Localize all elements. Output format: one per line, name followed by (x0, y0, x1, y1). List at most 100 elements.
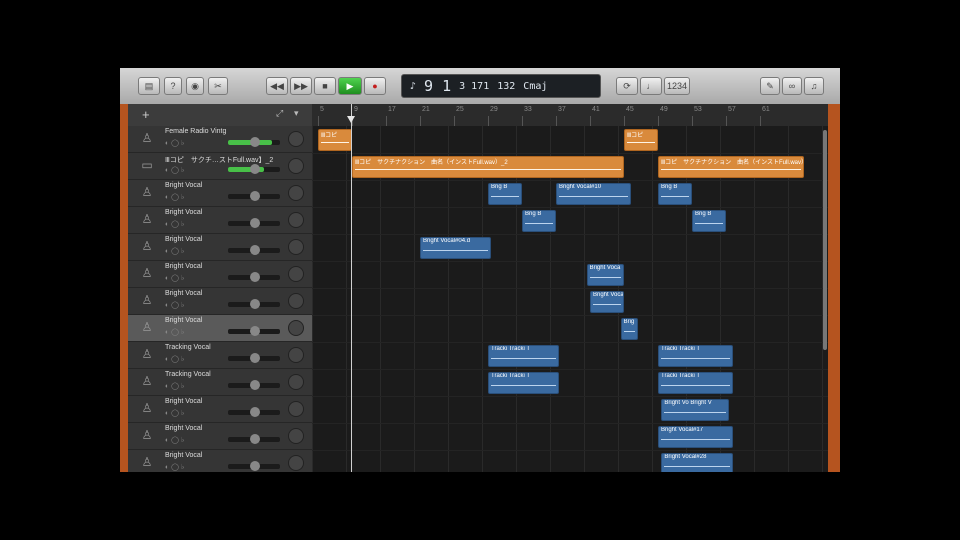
track-lane[interactable] (312, 207, 828, 235)
track-lane[interactable] (312, 396, 828, 424)
track-buttons[interactable]: ◐ ◯ ♭ (165, 436, 184, 444)
help-button[interactable]: ? (164, 77, 182, 95)
vertical-scrollbar[interactable] (823, 130, 827, 350)
fast-forward-button[interactable]: ▶▶ (290, 77, 312, 95)
audio-region[interactable]: Brig B (522, 210, 556, 232)
track-lane[interactable] (312, 288, 828, 316)
track-buttons[interactable]: ◐ ◯ ♭ (165, 328, 184, 336)
track-buttons[interactable]: ◐ ◯ ♭ (165, 301, 184, 309)
audio-region[interactable]: Brig (620, 318, 638, 340)
pan-knob[interactable] (288, 374, 304, 390)
track-lane[interactable] (312, 261, 828, 289)
pan-knob[interactable] (288, 239, 304, 255)
play-button[interactable]: ▶ (338, 77, 362, 95)
audio-region[interactable]: Bright Vocal#28 (661, 453, 733, 472)
cycle-button[interactable]: ⟳ (616, 77, 638, 95)
audio-region[interactable]: Bright Voca (590, 291, 624, 313)
track-lane[interactable] (312, 369, 828, 397)
audio-region[interactable]: Brig B (658, 183, 692, 205)
pan-knob[interactable] (288, 401, 304, 417)
volume-slider[interactable] (228, 326, 280, 336)
track-lane[interactable] (312, 423, 828, 451)
pan-knob[interactable] (288, 293, 304, 309)
loop-browser-button[interactable]: ∞ (782, 77, 802, 95)
volume-knob[interactable] (250, 353, 260, 363)
media-browser-button[interactable]: ♫ (804, 77, 824, 95)
volume-slider[interactable] (228, 380, 280, 390)
audio-region[interactable]: Ⅲコピ (318, 129, 352, 151)
lcd-display[interactable]: ♪ 9 1 3 171 132 Cmaj (401, 74, 601, 98)
pan-knob[interactable] (288, 131, 304, 147)
track-header[interactable]: ♙ Tracking Vocal ◐ ◯ ♭ (128, 342, 312, 369)
volume-slider[interactable] (228, 434, 280, 444)
timeline-ruler[interactable]: 5 9 17 21 25 29 33 37 41 45 49 53 57 61 (312, 104, 828, 127)
track-buttons[interactable]: ◐ ◯ ♭ (165, 247, 184, 255)
track-buttons[interactable]: ◐ ◯ ♭ (165, 382, 184, 390)
track-buttons[interactable]: ◐ ◯ ♭ (165, 274, 184, 282)
notepad-button[interactable]: ✎ (760, 77, 780, 95)
pan-knob[interactable] (288, 212, 304, 228)
track-lane[interactable] (312, 450, 828, 472)
volume-knob[interactable] (250, 461, 260, 471)
volume-slider[interactable] (228, 164, 280, 174)
track-buttons[interactable]: ◐ ◯ ♭ (165, 166, 184, 174)
chevron-down-icon[interactable]: ▾ (294, 108, 299, 119)
volume-knob[interactable] (250, 218, 260, 228)
audio-region[interactable]: Bright Voca (586, 264, 624, 286)
track-lane[interactable] (312, 342, 828, 370)
track-header[interactable]: ♙ Bright Vocal ◐ ◯ ♭ (128, 396, 312, 423)
track-header[interactable]: ▭ Ⅲコピ サクチ…ストFull.wav】_2 ◐ ◯ ♭ (128, 153, 312, 180)
audio-region[interactable]: Tracki Tracki T (488, 372, 560, 394)
volume-knob[interactable] (250, 164, 260, 174)
audio-region[interactable]: Bright Vocal#04.d (420, 237, 492, 259)
track-lane[interactable] (312, 315, 828, 343)
track-header[interactable]: ♙ Bright Vocal ◐ ◯ ♭ (128, 207, 312, 234)
smart-controls-button[interactable]: ◉ (186, 77, 204, 95)
volume-knob[interactable] (250, 326, 260, 336)
volume-slider[interactable] (228, 407, 280, 417)
record-button[interactable]: ● (364, 77, 386, 95)
audio-region[interactable]: Tracki Tracki T (658, 345, 733, 367)
library-button[interactable]: ▤ (138, 77, 160, 95)
audio-region[interactable]: Bright Vocal#17 (658, 426, 733, 448)
playhead-handle[interactable] (347, 116, 355, 123)
audio-region[interactable]: Ⅲコピ サクチナクション 曲名（インストFull.wav）_2 (352, 156, 624, 178)
pan-knob[interactable] (288, 158, 304, 174)
tuner-button[interactable]: ♩ (640, 77, 662, 95)
volume-slider[interactable] (228, 218, 280, 228)
editors-button[interactable]: ✂ (208, 77, 228, 95)
track-buttons[interactable]: ◐ ◯ ♭ (165, 409, 184, 417)
playhead[interactable] (351, 104, 352, 472)
volume-knob[interactable] (250, 434, 260, 444)
count-in-button[interactable]: 1234 (664, 77, 690, 95)
track-header[interactable]: ♙ Bright Vocal ◐ ◯ ♭ (128, 315, 312, 342)
volume-slider[interactable] (228, 245, 280, 255)
volume-knob[interactable] (250, 245, 260, 255)
volume-slider[interactable] (228, 353, 280, 363)
rewind-button[interactable]: ◀◀ (266, 77, 288, 95)
volume-knob[interactable] (250, 272, 260, 282)
track-lane[interactable] (312, 126, 828, 154)
volume-slider[interactable] (228, 299, 280, 309)
audio-region[interactable]: Ⅲコピ サクチナクション 曲名（インストFull.wav） (658, 156, 805, 178)
pan-knob[interactable] (288, 455, 304, 471)
pan-knob[interactable] (288, 347, 304, 363)
catch-icon[interactable]: ⤢ (276, 108, 283, 119)
add-track-button[interactable]: + (142, 107, 150, 122)
track-header[interactable]: ♙ Bright Vocal ◐ ◯ ♭ (128, 180, 312, 207)
track-header[interactable]: ♙ Bright Vocal ◐ ◯ ♭ (128, 450, 312, 472)
volume-knob[interactable] (250, 299, 260, 309)
audio-region[interactable]: Tracki Tracki T (488, 345, 560, 367)
pan-knob[interactable] (288, 428, 304, 444)
volume-slider[interactable] (228, 137, 280, 147)
pan-knob[interactable] (288, 320, 304, 336)
track-header[interactable]: ♙ Tracking Vocal ◐ ◯ ♭ (128, 369, 312, 396)
audio-region[interactable]: Ⅲコピ (624, 129, 658, 151)
track-header[interactable]: ♙ Bright Vocal ◐ ◯ ♭ (128, 423, 312, 450)
pan-knob[interactable] (288, 266, 304, 282)
audio-region[interactable]: Bright Vo Bright V (661, 399, 730, 421)
audio-region[interactable]: Brig B (692, 210, 726, 232)
track-header[interactable]: ♙ Bright Vocal ◐ ◯ ♭ (128, 234, 312, 261)
pan-knob[interactable] (288, 185, 304, 201)
track-buttons[interactable]: ◐ ◯ ♭ (165, 463, 184, 471)
